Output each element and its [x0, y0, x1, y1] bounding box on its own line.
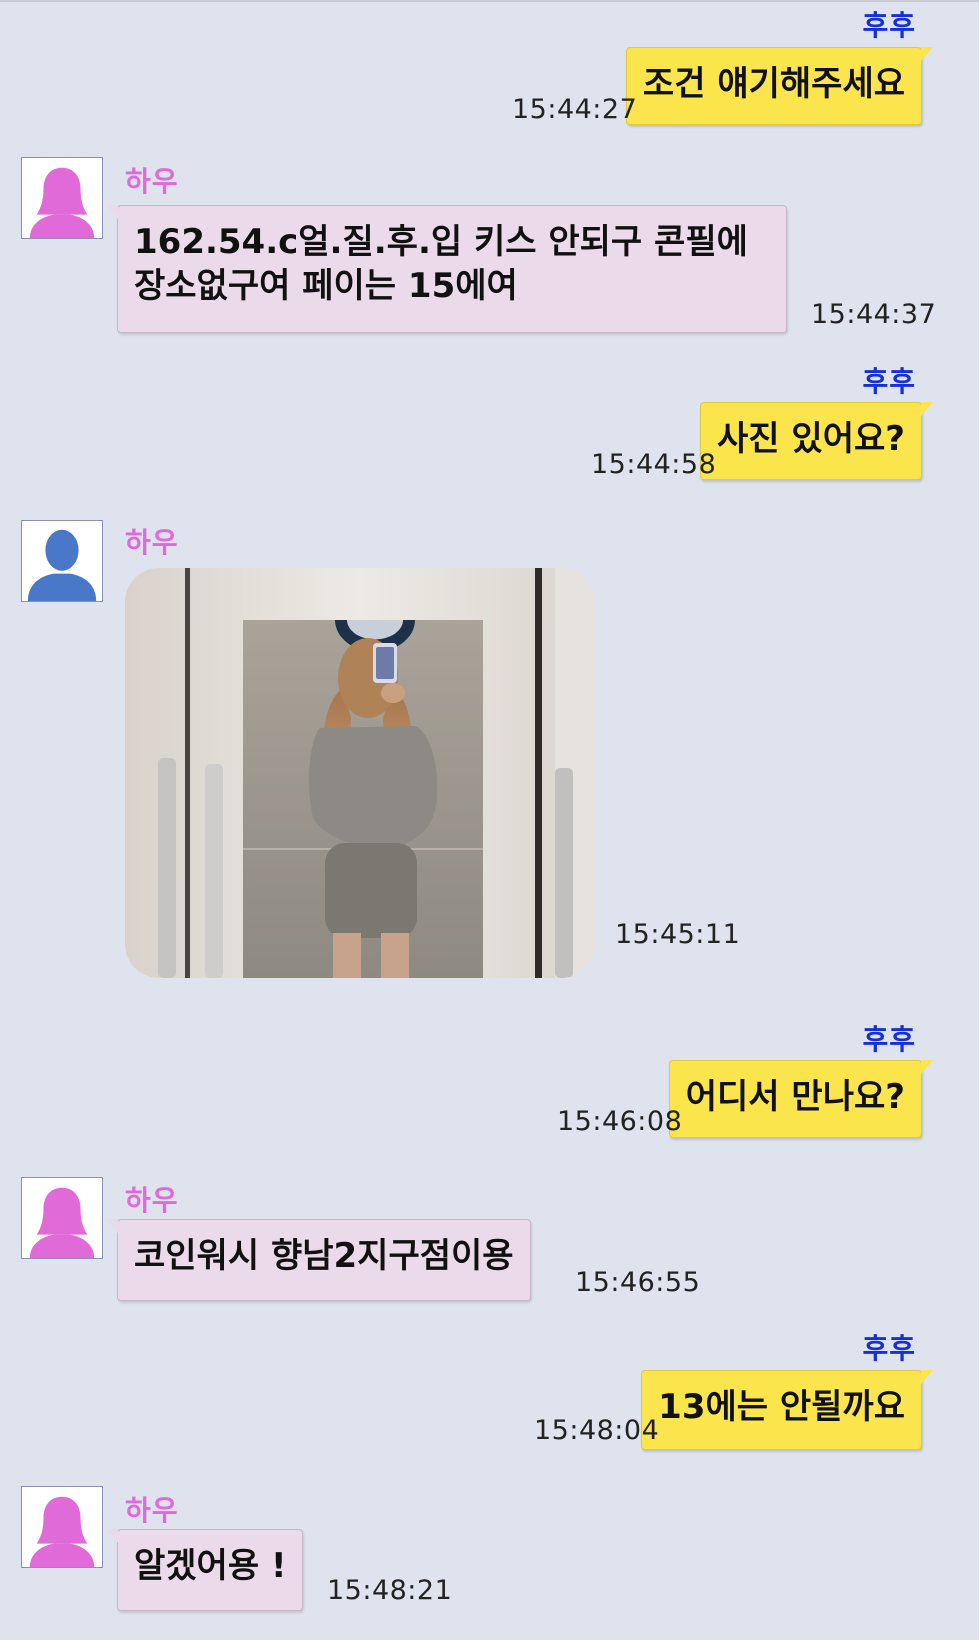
avatar[interactable]: [21, 157, 103, 239]
message-timestamp: 15:46:55: [575, 1267, 701, 1298]
sender-name-other: 하우: [125, 526, 179, 559]
female-silhouette-icon: [29, 1496, 95, 1567]
photo-image: [125, 568, 595, 978]
sender-name-me: 후후: [862, 1023, 916, 1056]
message-bubble-me[interactable]: 13에는 안될까요: [641, 1370, 933, 1450]
message-bubble-me[interactable]: 어디서 만나요?: [668, 1060, 934, 1138]
message-text-line: 162.54.c얼.질.후.입 키스 안되구 콘필에: [134, 222, 748, 262]
sender-name-me: 후후: [862, 365, 916, 398]
female-silhouette-icon: [29, 1187, 95, 1258]
chat-screen: 후후 조건 얘기해주세요 15:44:27 하우 162.54.c얼.질.후.입…: [0, 0, 979, 1640]
message-bubble-other[interactable]: 코인워시 향남2지구점이용: [106, 1219, 531, 1301]
message-timestamp: 15:44:58: [591, 449, 717, 480]
message-timestamp: 15:44:37: [811, 299, 937, 330]
message-bubble-me[interactable]: 조건 얘기해주세요: [625, 47, 934, 125]
message-text-line: 장소없구여 페이는 15에여: [134, 266, 518, 306]
message-timestamp: 15:48:21: [327, 1575, 453, 1606]
sender-name-other: 하우: [125, 1184, 179, 1217]
message-bubble-other[interactable]: 알겠어용 !: [105, 1529, 304, 1611]
avatar[interactable]: [21, 1177, 103, 1259]
sender-name-other: 하우: [125, 1494, 179, 1527]
sender-name-me: 후후: [862, 1332, 916, 1365]
message-bubble-other[interactable]: 162.54.c얼.질.후.입 키스 안되구 콘필에 장소없구여 페이는 15에…: [106, 205, 787, 333]
avatar[interactable]: [21, 1486, 103, 1568]
message-bubble-me[interactable]: 사진 있어요?: [700, 402, 933, 480]
shared-photo[interactable]: [125, 568, 595, 978]
sender-name-other: 하우: [125, 165, 179, 198]
message-timestamp: 15:46:08: [557, 1106, 683, 1137]
message-timestamp: 15:45:11: [615, 919, 741, 950]
person-silhouette-icon: [27, 529, 97, 601]
message-timestamp: 15:48:04: [534, 1415, 660, 1446]
female-silhouette-icon: [29, 167, 95, 238]
avatar[interactable]: [21, 520, 103, 602]
sender-name-me: 후후: [862, 9, 916, 42]
message-timestamp: 15:44:27: [512, 94, 638, 125]
